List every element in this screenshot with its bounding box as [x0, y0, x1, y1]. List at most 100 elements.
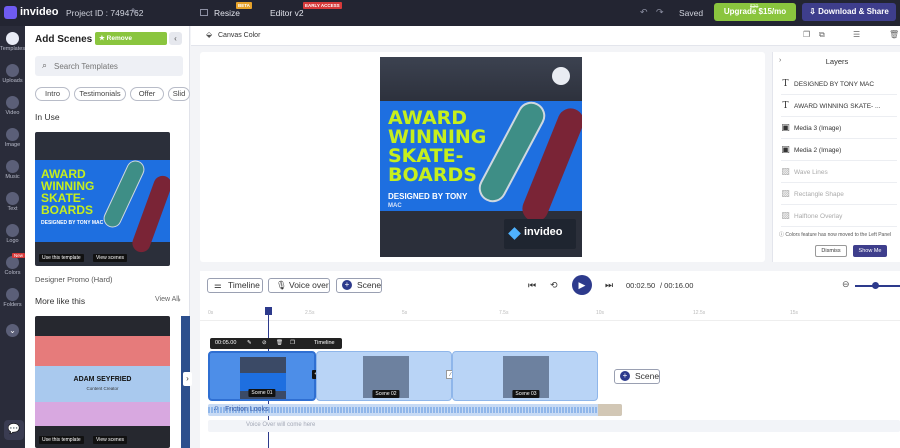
rail-item-folders[interactable]: Folders	[0, 288, 25, 308]
dismiss-button[interactable]: Dismiss	[815, 245, 847, 257]
rail-item-music[interactable]: Music	[0, 160, 25, 180]
play-button[interactable]: ▶	[572, 275, 592, 295]
use-template-button[interactable]: Use this template	[39, 254, 84, 262]
add-scene-top-button[interactable]: + Scene	[336, 278, 382, 293]
invideo-watermark: invideo	[504, 219, 576, 249]
use-template-button[interactable]: Use this template	[39, 436, 84, 444]
view-scenes-button[interactable]: View scenes	[93, 254, 127, 262]
artboard-badge-icon	[552, 67, 570, 85]
paint-bucket-icon[interactable]: ⬙	[206, 30, 212, 39]
ruler-tick-label: 10s	[596, 310, 605, 316]
remove-watermark-button[interactable]: ★ Remove Watermark	[95, 32, 167, 55]
skip-forward-icon[interactable]: ⏭	[605, 280, 613, 291]
copy-icon[interactable]: ⧉	[819, 30, 825, 40]
editor-version[interactable]: Editor v2	[270, 8, 304, 18]
scene-clip-2[interactable]: Scene 02	[316, 351, 452, 401]
voice-track[interactable]: Voice Over will come here	[208, 420, 900, 432]
more-tools-chevron-icon[interactable]: ⌄	[6, 324, 19, 337]
template2-blue-band	[35, 366, 170, 402]
rail-item-text[interactable]: Text	[0, 192, 25, 212]
rail-item-image[interactable]: Image	[0, 128, 25, 148]
scene-clip-1[interactable]: Scene 01	[208, 351, 316, 401]
text-layer-icon: T	[782, 79, 789, 89]
shape-layer-icon: ▨	[781, 211, 790, 221]
delete-icon[interactable]: 🗑	[276, 338, 283, 349]
skip-back-icon[interactable]: ⏮	[528, 280, 536, 291]
rail-item-templates[interactable]: Templates	[0, 32, 25, 52]
template-card-in-use[interactable]: AWARD WINNING SKATE- BOARDS DESIGNED BY …	[35, 132, 170, 266]
rail-item-label: Music	[5, 174, 20, 180]
filter-chip-testimonials[interactable]: Testimonials	[74, 87, 126, 101]
split-icon[interactable]: ⊘	[262, 338, 267, 349]
duplicate-scene-icon[interactable]: ❐	[290, 338, 295, 349]
rail-item-video[interactable]: Video	[0, 96, 25, 116]
logo-icon	[6, 224, 19, 237]
resize-badge: BETA	[236, 2, 252, 9]
layer-item[interactable]: T DESIGNED BY TONY MAC	[781, 74, 897, 95]
zoom-out-icon[interactable]: ⊖	[842, 279, 850, 290]
trash-icon[interactable]: 🗑	[889, 30, 899, 39]
layer-item[interactable]: ▨ Halftone Overlay	[781, 206, 897, 227]
undo-icon[interactable]: ↶	[640, 7, 648, 18]
star-icon: ★	[99, 35, 107, 42]
canvas-color-button[interactable]: Canvas Color	[218, 32, 260, 39]
sliders-icon: ⚌	[214, 280, 222, 290]
voice-over-label: Voice over	[289, 280, 329, 290]
artboard[interactable]: AWARD WINNING SKATE- BOARDS DESIGNED BY …	[380, 57, 582, 257]
playhead-handle[interactable]	[265, 307, 272, 315]
template1-subline: DESIGNED BY TONY MAC	[41, 220, 104, 226]
scene-clip-3[interactable]: Scene 03	[452, 351, 598, 401]
zoom-slider-handle[interactable]	[872, 282, 879, 289]
view-scenes-button[interactable]: View scenes	[93, 436, 127, 444]
chat-support-button[interactable]: 💬	[4, 420, 24, 440]
image-layer-icon: ▣	[781, 145, 790, 155]
left-rail: Templates Uploads Video Image Music Text Logo C…	[0, 26, 25, 448]
search-input[interactable]	[54, 59, 178, 73]
layer-item[interactable]: ▨ Rectangle Shape	[781, 184, 897, 205]
rail-item-colors[interactable]: Colors New	[0, 253, 26, 276]
filter-chip-offer[interactable]: Offer	[130, 87, 164, 101]
template-card-adam[interactable]: ADAM SEYFRIED Content Creator Use this t…	[35, 316, 170, 448]
zoom-slider[interactable]	[855, 282, 900, 289]
layers-stack-icon[interactable]: ☰	[853, 30, 860, 39]
show-me-button[interactable]: Show Me	[853, 245, 887, 257]
download-share-button[interactable]: ⇩ Download & Share	[802, 3, 896, 21]
rail-item-label: Image	[4, 142, 21, 148]
image-icon	[6, 128, 19, 141]
duplicate-icon[interactable]: ❐	[803, 30, 810, 39]
filter-chip-slides[interactable]: Slid	[168, 87, 190, 101]
carousel-next-button[interactable]: ›	[183, 372, 192, 386]
search-box[interactable]: ⌕	[35, 56, 183, 76]
layer-item[interactable]: T AWARD WINNING SKATE- ...	[781, 96, 897, 117]
loop-icon[interactable]: ⟲	[550, 280, 558, 291]
timeline-link[interactable]: Timeline	[314, 338, 335, 349]
rail-item-uploads[interactable]: Uploads	[0, 64, 25, 84]
scene-duration[interactable]: 00:05.00	[215, 338, 236, 349]
view-all-link[interactable]: View All	[155, 296, 179, 303]
upload-icon	[6, 64, 19, 77]
resize-button[interactable]: Resize	[214, 8, 240, 18]
voice-over-button[interactable]: 🎙 Voice over	[268, 278, 330, 293]
logo-icon	[4, 6, 17, 19]
layer-item[interactable]: ▨ Wave Lines	[781, 162, 897, 183]
chevron-right-icon[interactable]: ›	[178, 295, 181, 304]
filter-chip-intro[interactable]: Intro	[35, 87, 70, 101]
text-icon	[6, 192, 19, 205]
microphone-icon: 🎙	[276, 280, 287, 290]
redo-icon[interactable]: ↷	[656, 7, 664, 18]
rail-item-logo[interactable]: Logo	[0, 224, 25, 244]
timeline-button[interactable]: ⚌ Timeline	[207, 278, 263, 293]
invideo-logo-icon	[508, 227, 521, 240]
add-scenes-panel: Add Scenes ★ Remove Watermark ‹ ⌕ Intro …	[25, 26, 192, 448]
artboard-headline: AWARD WINNING SKATE- BOARDS	[388, 109, 486, 185]
edit-pencil-icon[interactable]: ✎	[131, 7, 138, 16]
music-track[interactable]: ♫ Friction Looks	[208, 404, 622, 416]
add-scene-button[interactable]: + Scene	[614, 369, 660, 384]
layer-item[interactable]: ▣ Media 2 (Image)	[781, 140, 897, 161]
edit-icon[interactable]: ✎	[247, 338, 252, 349]
layer-item[interactable]: ▣ Media 3 (Image)	[781, 118, 897, 139]
collapse-panel-button[interactable]: ‹	[169, 32, 182, 45]
video-icon	[6, 96, 19, 109]
ruler-tick-label: 2.5s	[305, 310, 315, 316]
layer-label: DESIGNED BY TONY MAC	[794, 81, 875, 88]
